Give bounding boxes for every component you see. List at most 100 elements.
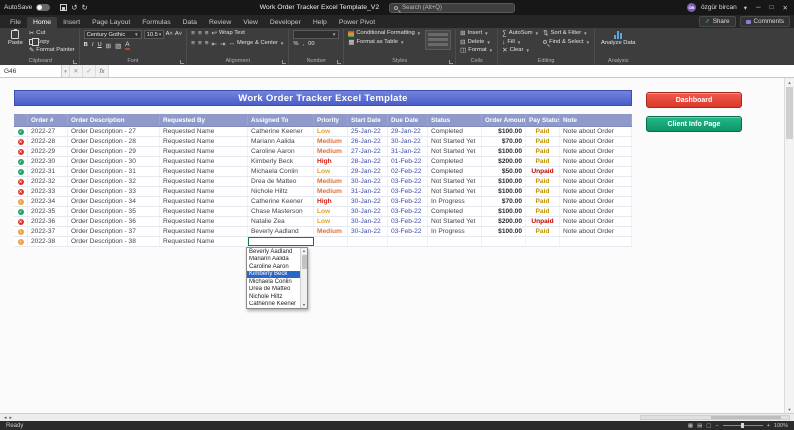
cell-requested-by[interactable]: Requested Name	[160, 177, 248, 186]
cell-due-date[interactable]: 29-Jan-22	[388, 127, 428, 136]
scroll-up-icon[interactable]: ▲	[302, 248, 305, 254]
cell-start-date[interactable]: 29-Jan-22	[348, 167, 388, 176]
cell-due-date[interactable]: 03-Feb-22	[388, 207, 428, 216]
cell-assigned-to[interactable]: Catherine Keener	[248, 127, 314, 136]
grow-font-icon[interactable]: A˄	[166, 30, 173, 39]
cell-status[interactable]: Not Started Yet	[428, 147, 482, 156]
cell-order-amount[interactable]: $100.00	[482, 187, 526, 196]
scroll-thumb[interactable]	[301, 255, 307, 269]
cell-priority[interactable]: Medium	[314, 187, 348, 196]
align-top-icon[interactable]: ≡	[191, 30, 195, 37]
row-status-icon-cell[interactable]: ✓	[14, 157, 28, 166]
scroll-down-icon[interactable]: ▼	[302, 302, 305, 308]
undo-icon[interactable]: ↺	[71, 3, 77, 12]
cell-note[interactable]: Note about Order	[560, 197, 632, 206]
find-select-button[interactable]: Find & Select ▼	[543, 39, 590, 47]
paste-button[interactable]: Paste	[6, 29, 25, 46]
cell-order-amount[interactable]: $200.00	[482, 217, 526, 226]
column-header-order-[interactable]: Order #	[28, 114, 68, 126]
cell-order-amount[interactable]: $70.00	[482, 197, 526, 206]
dialog-launcher-icon[interactable]	[282, 60, 287, 64]
dropdown-option[interactable]: Catherine Keener	[247, 301, 300, 309]
cell-priority[interactable]: High	[314, 197, 348, 206]
scroll-down-icon[interactable]: ▼	[785, 405, 794, 413]
dropdown-option[interactable]: Nichole Hiltz	[247, 293, 300, 301]
cell-priority[interactable]	[314, 237, 348, 246]
merge-center-button[interactable]: ↔ Merge & Center ▼	[228, 40, 284, 48]
cell-pay-status[interactable]: Paid	[526, 157, 560, 166]
tab-help[interactable]: Help	[307, 17, 333, 28]
cell-pay-status[interactable]: Unpaid	[526, 217, 560, 226]
autosave-toggle[interactable]	[36, 4, 51, 11]
format-painter-button[interactable]: ✎ Format Painter	[29, 47, 75, 55]
cell-assigned-to[interactable]: Drea de Matteo	[248, 177, 314, 186]
italic-button[interactable]: I	[92, 42, 94, 50]
avatar[interactable]: ÖB	[686, 3, 696, 12]
row-status-icon-cell[interactable]: !	[14, 237, 28, 246]
cell-assigned-to[interactable]: ▼	[248, 237, 314, 246]
cell-status[interactable]: Completed	[428, 167, 482, 176]
dialog-launcher-icon[interactable]	[72, 60, 77, 64]
normal-view-icon[interactable]: ▦	[688, 423, 693, 429]
decrease-indent-icon[interactable]: ⇤	[212, 40, 217, 48]
tab-file[interactable]: File	[4, 17, 27, 28]
row-status-icon-cell[interactable]: ✕	[14, 177, 28, 186]
cell-priority[interactable]: Medium	[314, 147, 348, 156]
cell-start-date[interactable]: 28-Jan-22	[348, 157, 388, 166]
cell-note[interactable]: Note about Order	[560, 147, 632, 156]
cell-order-description[interactable]: Order Description - 33	[68, 187, 160, 196]
cell-start-date[interactable]: 30-Jan-22	[348, 207, 388, 216]
cell-requested-by[interactable]: Requested Name	[160, 127, 248, 136]
cell-status[interactable]: Not Started Yet	[428, 177, 482, 186]
cell-due-date[interactable]: 30-Jan-22	[388, 137, 428, 146]
format-cells-button[interactable]: ◫ Format ▼	[460, 47, 493, 55]
tab-view[interactable]: View	[237, 17, 264, 28]
row-status-icon-cell[interactable]: ✕	[14, 187, 28, 196]
client-info-page-button[interactable]: Client Info Page	[646, 116, 742, 132]
font-color-icon[interactable]: A	[125, 41, 130, 50]
tab-data[interactable]: Data	[177, 17, 203, 28]
insert-cells-button[interactable]: ⊞ Insert ▼	[460, 30, 493, 38]
cell-order-number[interactable]: 2022-28	[28, 137, 68, 146]
cell-order-number[interactable]: 2022-27	[28, 127, 68, 136]
column-header-start-date[interactable]: Start Date	[348, 114, 388, 126]
cell-styles-gallery[interactable]	[425, 30, 452, 50]
dashboard-button[interactable]: Dashboard	[646, 92, 742, 108]
cell-assigned-to[interactable]: Catherine Keener	[248, 197, 314, 206]
cell-pay-status[interactable]: Paid	[526, 177, 560, 186]
tab-developer[interactable]: Developer	[264, 17, 307, 28]
restore-button[interactable]: □	[768, 4, 776, 11]
dropdown-option[interactable]: Kimberly Beck	[247, 270, 300, 278]
cell-order-number[interactable]: 2022-32	[28, 177, 68, 186]
cell-note[interactable]: Note about Order	[560, 187, 632, 196]
cell-pay-status[interactable]	[526, 237, 560, 246]
cell-priority[interactable]: Medium	[314, 227, 348, 236]
align-middle-icon[interactable]: ≡	[198, 30, 202, 37]
cell-note[interactable]: Note about Order	[560, 227, 632, 236]
column-header-status[interactable]: Status	[428, 114, 482, 126]
cell-pay-status[interactable]: Paid	[526, 127, 560, 136]
formula-input[interactable]	[109, 65, 794, 77]
autosum-button[interactable]: ∑ AutoSum ▼	[502, 30, 539, 38]
cell-note[interactable]: Note about Order	[560, 167, 632, 176]
row-status-icon-cell[interactable]: ✓	[14, 167, 28, 176]
column-header-requested-by[interactable]: Requested By	[160, 114, 248, 126]
cell-requested-by[interactable]: Requested Name	[160, 187, 248, 196]
align-right-icon[interactable]: ≡	[205, 40, 209, 47]
cell-due-date[interactable]: 02-Feb-22	[388, 167, 428, 176]
cell-assigned-to[interactable]: Michaela Conlin	[248, 167, 314, 176]
cell-requested-by[interactable]: Requested Name	[160, 157, 248, 166]
minimize-button[interactable]: ─	[754, 4, 763, 11]
cancel-entry-icon[interactable]: ✕	[70, 65, 83, 77]
font-family-select[interactable]: Century Gothic ▼	[83, 30, 142, 39]
cell-start-date[interactable]: 30-Jan-22	[348, 197, 388, 206]
cell-assigned-to[interactable]: Caroline Aaron	[248, 147, 314, 156]
cell-order-number[interactable]: 2022-34	[28, 197, 68, 206]
save-icon[interactable]	[60, 4, 68, 11]
cell-assigned-to[interactable]: Mariann Aalida	[248, 137, 314, 146]
cell-order-amount[interactable]: $70.00	[482, 137, 526, 146]
cell-assigned-to[interactable]: Kimberly Beck	[248, 157, 314, 166]
cell-pay-status[interactable]: Paid	[526, 227, 560, 236]
column-header-priority[interactable]: Priority	[314, 114, 348, 126]
cell-order-description[interactable]: Order Description - 34	[68, 197, 160, 206]
